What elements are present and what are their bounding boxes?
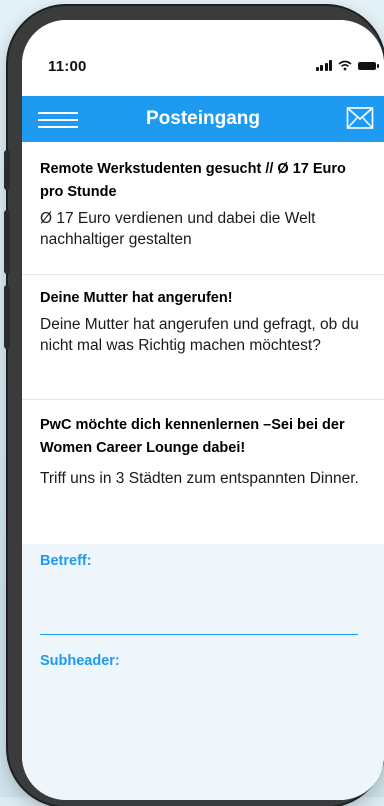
message-subject: PwC möchte dich kennenlernen –Sei bei de… xyxy=(40,417,345,456)
subheader-label: Subheader: xyxy=(40,653,120,669)
mute-switch xyxy=(4,150,10,190)
message-item[interactable]: Remote Werkstudenten gesucht // Ø 17 Eur… xyxy=(22,142,384,275)
message-item[interactable]: PwC möchte dich kennenlernen –Sei bei de… xyxy=(22,400,384,544)
page-title: Posteingang xyxy=(145,108,260,129)
subject-label: Betreff: xyxy=(40,553,92,569)
message-subject: Deine Mutter hat angerufen! xyxy=(40,290,233,306)
message-subject: Remote Werkstudenten gesucht // Ø 17 Eur… xyxy=(40,161,346,200)
status-bar: 11:00 xyxy=(22,20,384,96)
phone-screen: 11:00 Posteingang Remote Werkstudenten g… xyxy=(22,20,384,800)
compose-mail-button[interactable] xyxy=(346,106,374,130)
envelope-icon xyxy=(346,107,374,129)
status-icons xyxy=(315,60,379,71)
message-item[interactable]: Deine Mutter hat angerufen! Deine Mutter… xyxy=(22,275,384,400)
compose-panel: Betreff: Subheader: xyxy=(22,544,384,800)
app-bar: Posteingang xyxy=(22,96,384,142)
volume-down-button xyxy=(4,285,10,349)
subject-input[interactable] xyxy=(40,582,358,635)
wifi-icon xyxy=(338,60,352,71)
cellular-signal-icon xyxy=(315,60,332,71)
volume-up-button xyxy=(4,210,10,274)
message-preview: Ø 17 Euro verdienen und dabei die Welt n… xyxy=(40,210,333,248)
message-preview: Deine Mutter hat angerufen und gefragt, … xyxy=(40,316,377,354)
battery-icon xyxy=(358,61,379,70)
status-time: 11:00 xyxy=(48,58,87,75)
message-preview: Triff uns in 3 Städten zum entspannten D… xyxy=(40,470,359,487)
